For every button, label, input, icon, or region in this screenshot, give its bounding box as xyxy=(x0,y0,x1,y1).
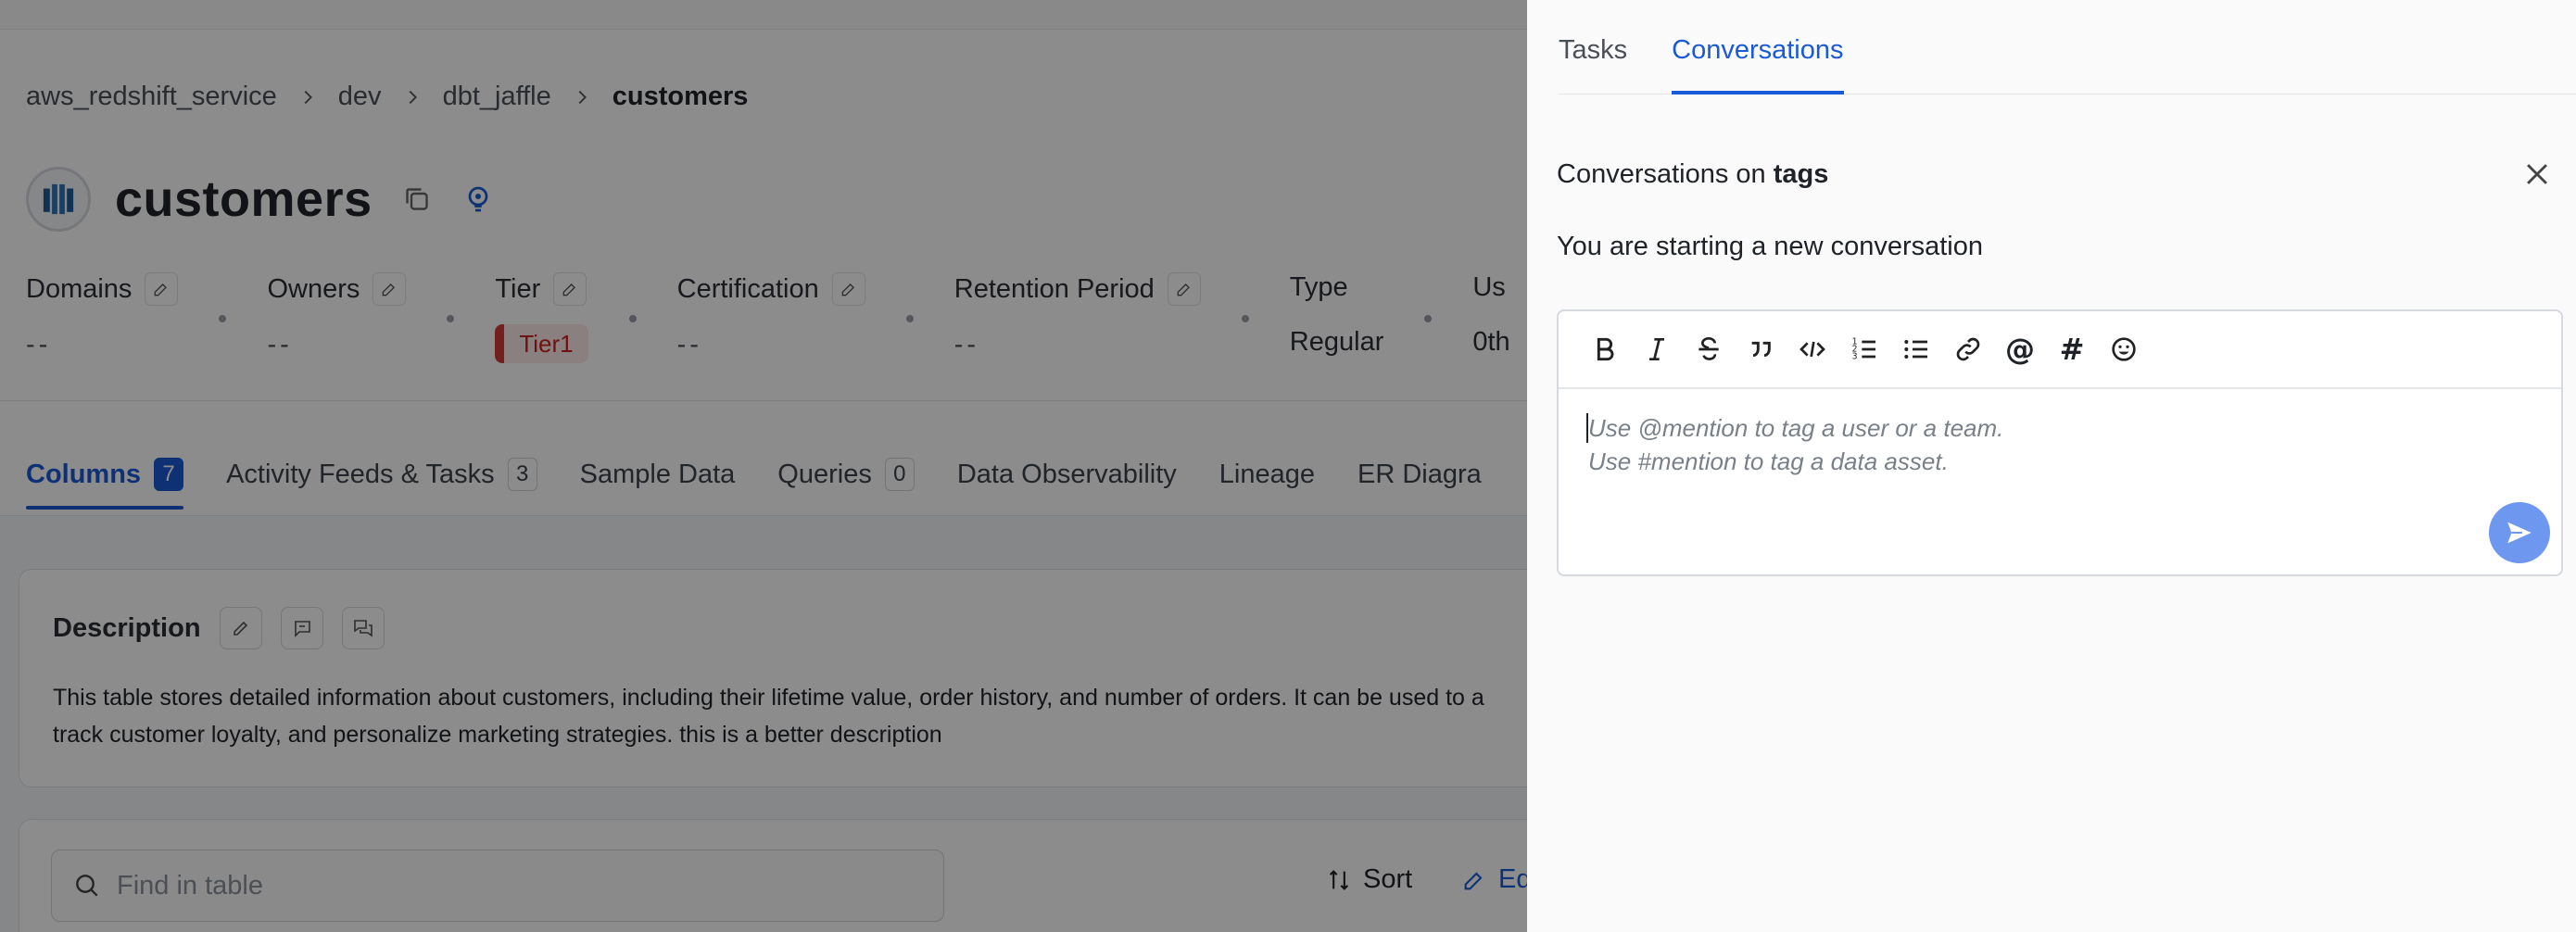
quote-icon[interactable] xyxy=(1735,323,1787,375)
strikethrough-icon[interactable] xyxy=(1683,323,1735,375)
mention-icon[interactable]: @ xyxy=(1994,323,2046,375)
editor-toolbar: 123 @ # xyxy=(1559,311,2561,389)
drawer-tabs: Tasks Conversations xyxy=(1559,0,2576,94)
comment-input[interactable]: Use @mention to tag a user or a team. Us… xyxy=(1588,411,2003,478)
svg-text:3: 3 xyxy=(1852,352,1858,362)
emoji-icon[interactable] xyxy=(2098,323,2150,375)
hashtag-icon[interactable]: # xyxy=(2046,323,2098,375)
bold-icon[interactable] xyxy=(1579,323,1631,375)
close-icon[interactable] xyxy=(2519,156,2556,193)
modal-backdrop[interactable] xyxy=(0,0,1527,932)
link-icon[interactable] xyxy=(1942,323,1994,375)
drawer-subheading: You are starting a new conversation xyxy=(1557,232,1983,261)
code-icon[interactable] xyxy=(1787,323,1838,375)
tab-conversations[interactable]: Conversations xyxy=(1672,35,1844,94)
italic-icon[interactable] xyxy=(1631,323,1683,375)
tab-tasks[interactable]: Tasks xyxy=(1559,35,1627,94)
conversation-drawer: Tasks Conversations Conversations on tag… xyxy=(1527,0,2576,932)
ordered-list-icon[interactable]: 123 xyxy=(1838,323,1890,375)
bullet-list-icon[interactable] xyxy=(1890,323,1942,375)
send-button[interactable] xyxy=(2489,502,2550,563)
comment-editor: 123 @ # Use @mention to tag a user or a … xyxy=(1557,309,2563,576)
send-icon xyxy=(2507,522,2532,544)
drawer-heading: Conversations on tags xyxy=(1557,159,1829,189)
